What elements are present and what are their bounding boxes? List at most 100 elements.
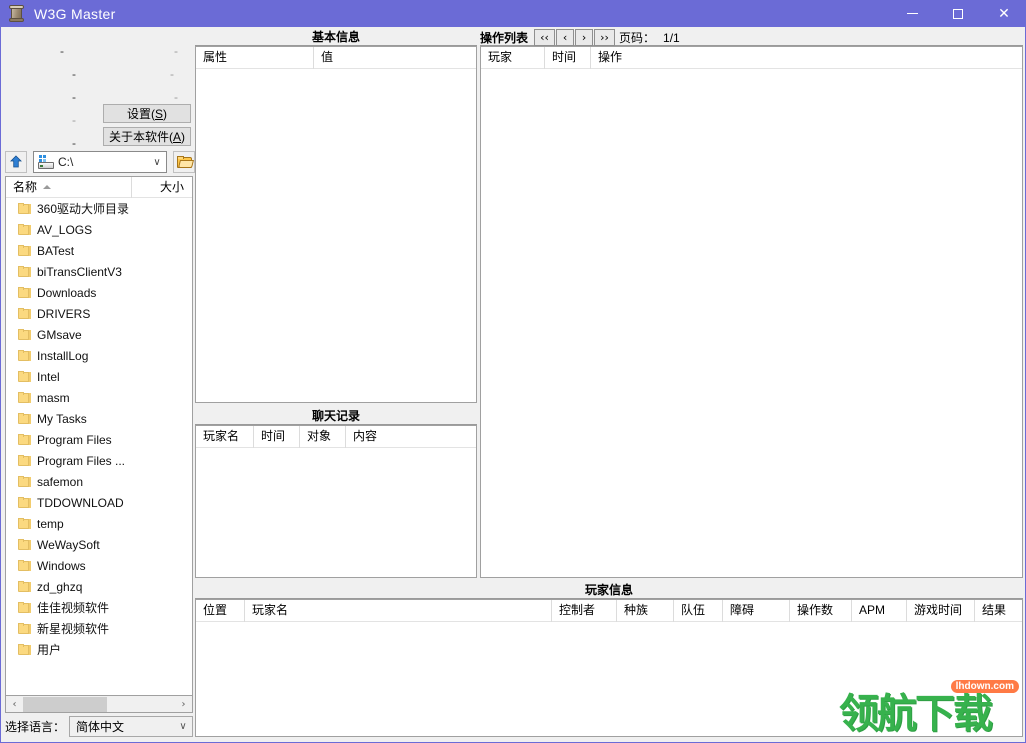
file-list-hscrollbar[interactable]: ‹ › <box>5 696 193 713</box>
column-header-position[interactable]: 位置 <box>196 600 245 622</box>
settings-button-accel: S <box>155 107 164 121</box>
column-header-time[interactable]: 时间 <box>545 47 591 69</box>
file-list-header: 名称 大小 <box>6 177 192 198</box>
column-header-controller[interactable]: 控制者 <box>552 600 617 622</box>
folder-icon <box>18 644 31 655</box>
placeholder-dash: - <box>60 44 64 58</box>
scroll-icon <box>8 4 26 23</box>
player-info-panel[interactable]: 位置 玩家名 控制者 种族 队伍 障碍 操作数 APM 游戏时间 结果 <box>195 599 1023 737</box>
folder-open-icon <box>176 156 194 168</box>
column-header-action-count[interactable]: 操作数 <box>790 600 852 622</box>
column-header-content[interactable]: 内容 <box>346 426 476 448</box>
settings-button[interactable]: 设置(S) <box>103 104 191 123</box>
scroll-left-arrow-icon[interactable]: ‹ <box>6 697 23 712</box>
file-list-item[interactable]: Intel <box>6 366 192 387</box>
column-header-race[interactable]: 种族 <box>617 600 674 622</box>
file-list-item[interactable]: safemon <box>6 471 192 492</box>
file-list-item[interactable]: TDDOWNLOAD <box>6 492 192 513</box>
file-list-item[interactable]: DRIVERS <box>6 303 192 324</box>
placeholder-dash: - <box>170 67 174 81</box>
column-header-result[interactable]: 结果 <box>975 600 1022 622</box>
file-list-item[interactable]: 新星视频软件 <box>6 618 192 639</box>
maximize-button[interactable] <box>935 0 981 27</box>
scrollbar-thumb[interactable] <box>23 696 107 712</box>
file-list-item[interactable]: Program Files <box>6 429 192 450</box>
file-list-item-label: 用户 <box>37 643 62 657</box>
page-prev-button[interactable]: ‹ <box>556 29 575 46</box>
column-header-action[interactable]: 操作 <box>591 47 1022 69</box>
file-list-item[interactable]: 360驱动大师目录 <box>6 198 192 219</box>
file-list-item[interactable]: masm <box>6 387 192 408</box>
folder-icon <box>18 497 31 508</box>
column-header-time[interactable]: 时间 <box>254 426 300 448</box>
about-button[interactable]: 关于本软件(A) <box>103 127 191 146</box>
column-header-apm[interactable]: APM <box>852 600 907 622</box>
scroll-right-arrow-icon[interactable]: › <box>175 697 192 712</box>
browse-folder-button[interactable] <box>173 151 195 173</box>
file-list-item[interactable]: WeWaySoft <box>6 534 192 555</box>
column-header-name[interactable]: 名称 <box>6 177 132 198</box>
up-directory-button[interactable] <box>5 151 27 173</box>
language-value: 简体中文 <box>76 719 125 734</box>
file-list-item[interactable]: My Tasks <box>6 408 192 429</box>
folder-icon <box>18 539 31 550</box>
file-list-item-label: WeWaySoft <box>37 537 100 552</box>
column-header-player-name[interactable]: 玩家名 <box>245 600 552 622</box>
action-list-caption: 操作列表 <box>480 31 529 45</box>
folder-icon <box>18 602 31 613</box>
file-list-item[interactable]: Program Files ... <box>6 450 192 471</box>
folder-icon <box>18 581 31 592</box>
file-list-item-label: 360驱动大师目录 <box>37 202 130 216</box>
action-list-header: 玩家 时间 操作 <box>481 47 1022 69</box>
action-list-pager: ‹‹ ‹ › ›› <box>534 29 616 46</box>
window-controls: ✕ <box>889 0 1026 27</box>
column-header-team[interactable]: 队伍 <box>674 600 723 622</box>
file-list-item[interactable]: Downloads <box>6 282 192 303</box>
folder-icon <box>18 245 31 256</box>
language-selector-row: 选择语言： 简体中文 ∨ <box>5 715 193 737</box>
file-list-item[interactable]: BATest <box>6 240 192 261</box>
chat-log-panel[interactable]: 玩家名 时间 对象 内容 <box>195 425 477 578</box>
chevron-down-icon[interactable]: ∨ <box>148 157 166 168</box>
file-list-item[interactable]: AV_LOGS <box>6 219 192 240</box>
file-list-item[interactable]: GMsave <box>6 324 192 345</box>
column-header-attribute[interactable]: 属性 <box>196 47 314 69</box>
page-last-button[interactable]: ›› <box>594 29 616 46</box>
file-list-item[interactable]: 佳佳视频软件 <box>6 597 192 618</box>
file-list-item[interactable]: zd_ghzq <box>6 576 192 597</box>
language-combobox[interactable]: 简体中文 ∨ <box>69 715 193 737</box>
action-list-panel[interactable]: 玩家 时间 操作 <box>480 46 1023 578</box>
file-list-item-label: DRIVERS <box>37 306 91 321</box>
folder-icon <box>18 623 31 634</box>
file-list-item-label: My Tasks <box>37 411 87 426</box>
column-header-handicap[interactable]: 障碍 <box>723 600 790 622</box>
folder-icon <box>18 476 31 487</box>
folder-icon <box>18 392 31 403</box>
column-header-value[interactable]: 值 <box>314 47 476 69</box>
column-header-target[interactable]: 对象 <box>300 426 346 448</box>
scrollbar-track[interactable] <box>23 696 175 712</box>
file-list-item-label: zd_ghzq <box>37 579 83 594</box>
path-combobox[interactable]: C:\ ∨ <box>33 151 167 173</box>
column-header-player[interactable]: 玩家 <box>481 47 545 69</box>
page-next-button[interactable]: › <box>575 29 594 46</box>
folder-icon <box>18 329 31 340</box>
file-list-item[interactable]: Windows <box>6 555 192 576</box>
basic-info-panel[interactable]: 属性 值 <box>195 46 477 403</box>
column-header-game-time[interactable]: 游戏时间 <box>907 600 975 622</box>
file-list-item[interactable]: 用户 <box>6 639 192 660</box>
file-list-item[interactable]: InstallLog <box>6 345 192 366</box>
file-list-item-label: Windows <box>37 558 86 573</box>
path-value: C:\ <box>58 155 74 169</box>
column-header-player-name[interactable]: 玩家名 <box>196 426 254 448</box>
folder-icon <box>18 350 31 361</box>
file-list-item[interactable]: biTransClientV3 <box>6 261 192 282</box>
file-list-item[interactable]: temp <box>6 513 192 534</box>
file-browser-list[interactable]: 名称 大小 360驱动大师目录 AV_LOGS BATest biTransClien… <box>5 176 193 696</box>
column-header-size[interactable]: 大小 <box>132 177 192 198</box>
file-list-item-label: BATest <box>37 243 75 258</box>
file-list-item-label: Intel <box>37 369 60 384</box>
minimize-button[interactable] <box>889 0 935 27</box>
close-button[interactable]: ✕ <box>981 0 1026 27</box>
page-first-button[interactable]: ‹‹ <box>534 29 556 46</box>
